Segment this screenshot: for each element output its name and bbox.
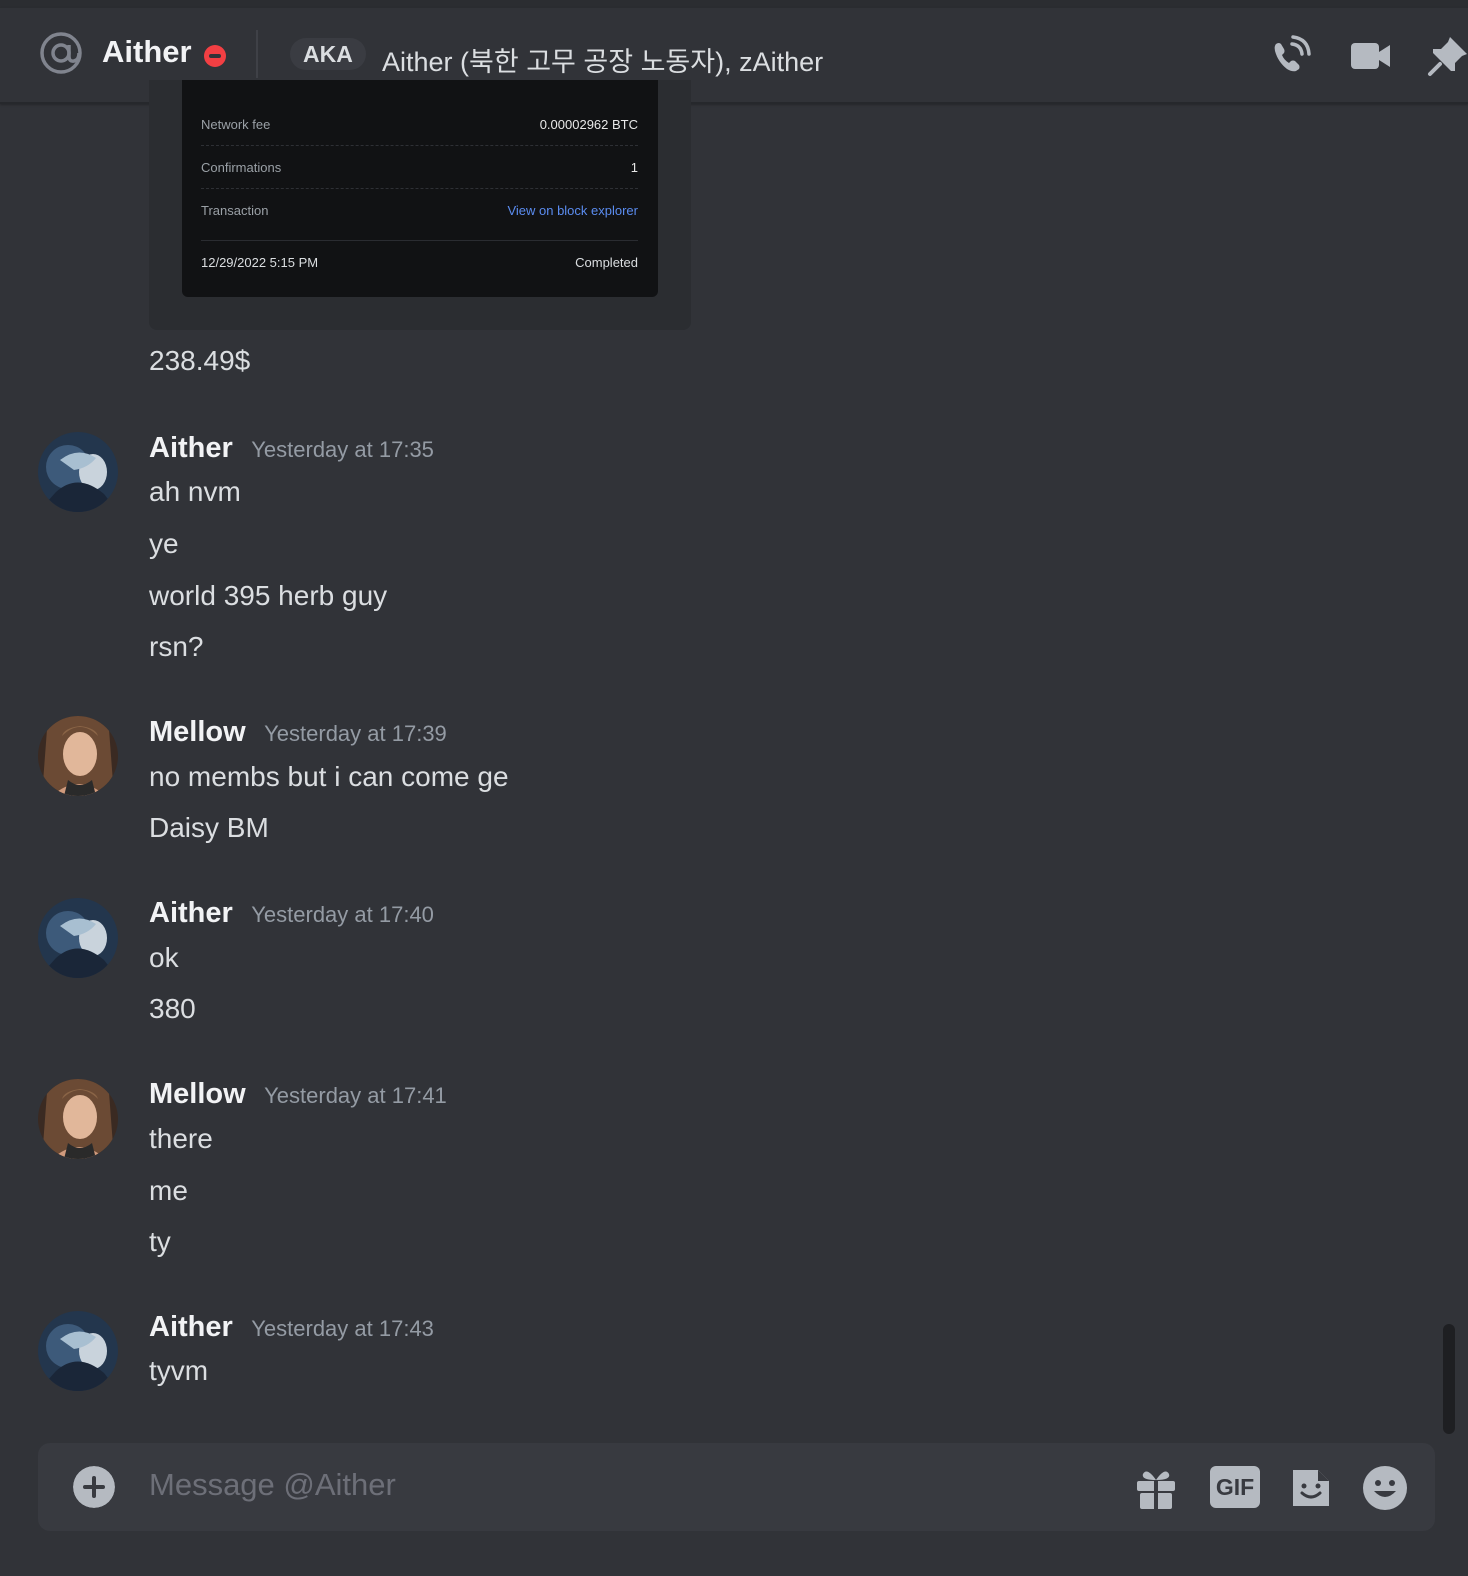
at-icon — [40, 32, 82, 74]
message-text: no membs but i can come ge — [149, 761, 509, 792]
author-name[interactable]: Aither — [149, 897, 233, 929]
header-divider — [256, 30, 258, 78]
message-timestamp: Yesterday at 17:35 — [251, 437, 434, 462]
receipt-date: 12/29/2022 5:15 PM — [201, 254, 319, 270]
avatar-aither[interactable] — [38, 1311, 118, 1391]
phone-call-icon[interactable] — [1268, 34, 1312, 78]
message-text: rsn? — [149, 631, 204, 662]
message-text: there — [149, 1123, 213, 1154]
scrollbar-thumb[interactable] — [1443, 1324, 1455, 1434]
message-text: 238.49$ — [149, 345, 251, 376]
pin-icon[interactable] — [1426, 34, 1468, 78]
message-input[interactable]: Message @Aither — [149, 1467, 396, 1503]
message-text: tyvm — [149, 1355, 209, 1386]
video-call-icon[interactable] — [1348, 34, 1392, 78]
message-text: ah nvm — [149, 476, 241, 507]
message-header: Aither Yesterday at 17:43 — [149, 1311, 434, 1344]
receipt-value: 0.00002962 BTC — [539, 116, 638, 132]
sticker-icon[interactable] — [1288, 1465, 1334, 1511]
message-text: ye — [149, 528, 179, 559]
receipt-row-network-fee: Network fee 0.00002962 BTC — [201, 103, 638, 146]
message-header: Aither Yesterday at 17:40 — [149, 897, 434, 930]
message-timestamp: Yesterday at 17:43 — [251, 1316, 434, 1341]
emoji-icon[interactable] — [1362, 1465, 1408, 1511]
receipt-row-transaction: Transaction View on block explorer — [201, 189, 638, 231]
dnd-status-icon — [204, 45, 226, 67]
receipt-footer: 12/29/2022 5:15 PM Completed — [201, 240, 638, 283]
plus-circle-icon[interactable] — [73, 1466, 115, 1508]
message-text: ty — [149, 1226, 171, 1257]
receipt-value: 1 — [630, 159, 638, 175]
message-timestamp: Yesterday at 17:41 — [264, 1083, 447, 1108]
receipt-status: Completed — [575, 254, 638, 270]
avatar-mellow[interactable] — [38, 1079, 118, 1159]
message-text: 380 — [149, 993, 196, 1024]
receipt-label: Transaction — [201, 202, 269, 218]
author-name[interactable]: Aither — [149, 432, 233, 464]
dm-channel-view: Aither AKA Aither (북한 고무 공장 노동자), zAithe… — [0, 0, 1468, 1576]
message-header: Mellow Yesterday at 17:39 — [149, 716, 447, 749]
author-name[interactable]: Mellow — [149, 1078, 246, 1110]
receipt-row-confirmations: Confirmations 1 — [201, 146, 638, 189]
message-timestamp: Yesterday at 17:39 — [264, 721, 447, 746]
receipt-label: Confirmations — [201, 159, 282, 175]
message-timestamp: Yesterday at 17:40 — [251, 902, 434, 927]
avatar-mellow[interactable] — [38, 716, 118, 796]
gift-icon[interactable] — [1133, 1465, 1179, 1511]
transaction-receipt-image[interactable]: Network fee 0.00002962 BTC Confirmations… — [182, 80, 658, 297]
block-explorer-link: View on block explorer — [507, 202, 638, 218]
avatar-aither[interactable] — [38, 898, 118, 978]
author-name[interactable]: Mellow — [149, 716, 246, 748]
avatar-aither[interactable] — [38, 432, 118, 512]
aka-names: Aither (북한 고무 공장 노동자), zAither — [382, 47, 824, 77]
message-composer[interactable]: Message @Aither GIF — [38, 1443, 1435, 1531]
gif-icon[interactable]: GIF — [1210, 1466, 1260, 1508]
message-header: Aither Yesterday at 17:35 — [149, 432, 434, 465]
message-text: ok — [149, 942, 179, 973]
message-header: Mellow Yesterday at 17:41 — [149, 1078, 447, 1111]
scrollbar-track[interactable] — [1443, 110, 1457, 1435]
author-name[interactable]: Aither — [149, 1311, 233, 1343]
message-text: world 395 herb guy — [149, 580, 388, 611]
aka-badge[interactable]: AKA — [290, 38, 366, 70]
receipt-label: Network fee — [201, 116, 271, 132]
message-text: me — [149, 1175, 188, 1206]
message-text: Daisy BM — [149, 812, 269, 843]
dm-recipient-name[interactable]: Aither — [102, 34, 192, 70]
